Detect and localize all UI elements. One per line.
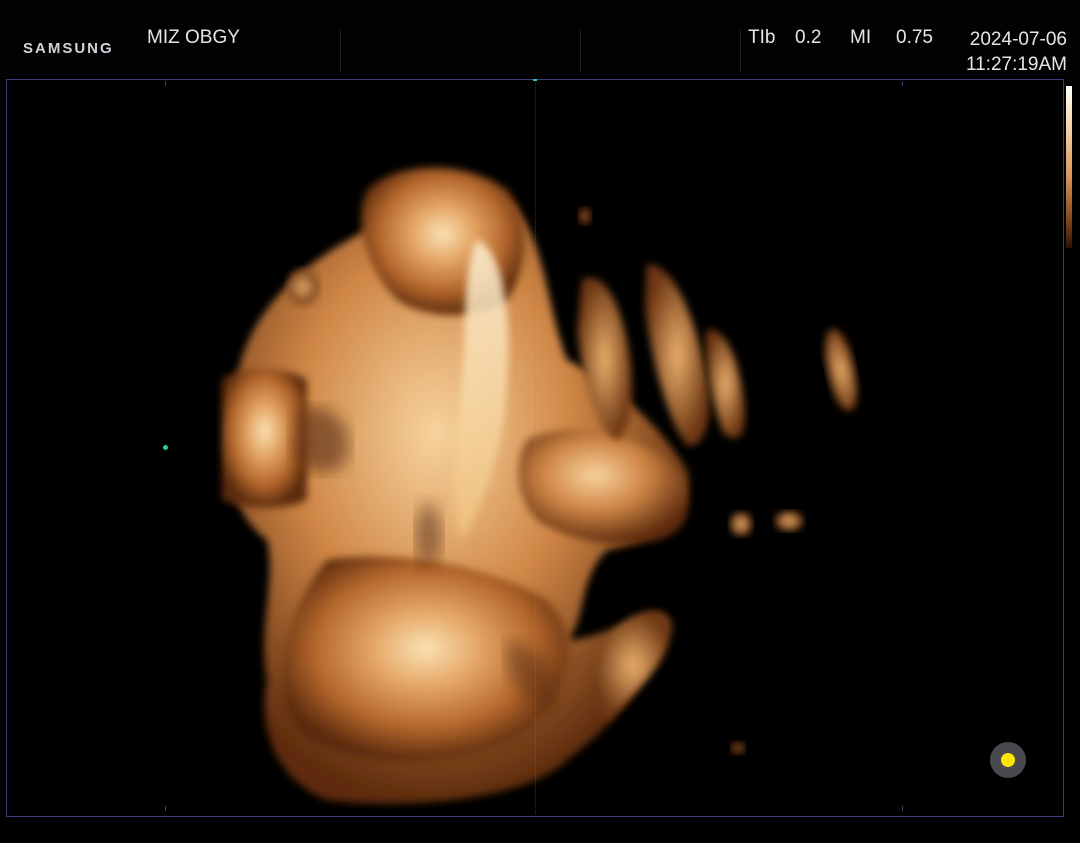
mi-label: MI [850,27,872,48]
yellow-status-dot-icon [990,742,1026,778]
status-dot-core [1001,753,1015,767]
header-divider [340,30,341,72]
header-divider [580,30,581,72]
depth-tick [165,81,166,86]
institution-name: MIZ OBGY [147,27,240,48]
time-text: 11:27:19AM [965,54,1067,75]
date-time: 2024-07-06 11:27:19AM [966,27,1067,77]
colormap-bar [1066,86,1072,248]
tib-value: 0.2 [795,27,822,48]
focus-marker [163,445,168,450]
center-line [535,80,536,814]
top-info-bar: SAMSUNG MIZ OBGY TIb 0.2 MI 0.75 2024-07… [0,0,1080,78]
depth-tick [902,806,903,811]
mi-value: 0.75 [896,27,933,48]
header-divider [740,30,741,72]
tib-label: TIb [748,27,776,48]
depth-tick [902,81,903,86]
depth-tick [165,806,166,811]
brand-logo: SAMSUNG [23,40,114,57]
date-text: 2024-07-06 [969,29,1067,50]
